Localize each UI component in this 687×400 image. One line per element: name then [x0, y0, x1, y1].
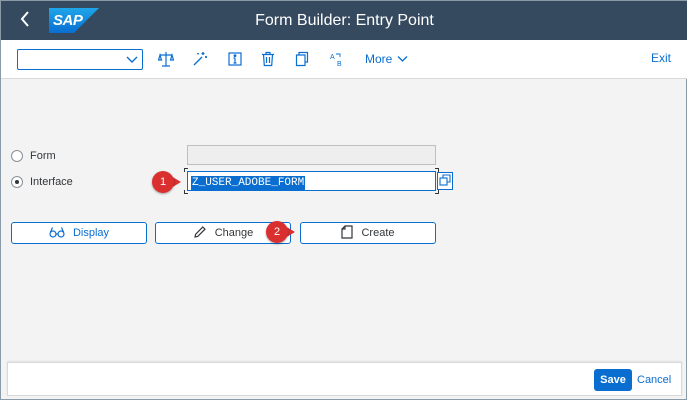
radio-form-circle[interactable] — [11, 150, 23, 162]
more-label: More — [365, 52, 393, 66]
focus-corner — [184, 168, 188, 172]
pencil-icon — [193, 225, 207, 242]
compare-icon[interactable] — [158, 51, 174, 67]
cancel-button[interactable]: Cancel — [637, 369, 671, 391]
radio-interface-label: Interface — [30, 176, 73, 188]
focus-corner — [435, 190, 439, 194]
create-label: Create — [361, 227, 395, 239]
change-label: Change — [214, 227, 254, 239]
document-icon — [341, 224, 354, 242]
radio-interface[interactable]: Interface — [11, 174, 73, 190]
toolbar: A B More Exit — [1, 40, 687, 79]
delete-icon[interactable] — [260, 51, 276, 67]
info-icon[interactable] — [227, 51, 243, 67]
magic-wand-icon[interactable] — [192, 51, 208, 67]
form-name-input[interactable] — [187, 145, 436, 165]
shell-bar: SAP Form Builder: Entry Point — [1, 1, 687, 40]
radio-form[interactable]: Form — [11, 148, 56, 164]
callout-number: 1 — [152, 171, 174, 193]
exit-button[interactable]: Exit — [651, 51, 671, 65]
value-help-button[interactable] — [437, 172, 453, 190]
interface-name-value: Z_USER_ADOBE_FORM — [191, 176, 306, 190]
more-button[interactable]: More — [365, 51, 408, 67]
svg-text:A: A — [330, 54, 335, 61]
page-title: Form Builder: Entry Point — [255, 12, 434, 29]
chevron-down-icon — [126, 53, 138, 65]
app-window: SAP Form Builder: Entry Point A B More E… — [0, 0, 687, 400]
radio-form-label: Form — [30, 150, 56, 162]
display-label: Display — [72, 227, 110, 239]
value-help-icon — [439, 173, 451, 189]
glasses-icon — [49, 226, 65, 241]
interface-name-input[interactable]: Z_USER_ADOBE_FORM — [187, 171, 436, 191]
display-button[interactable]: Display — [11, 222, 147, 244]
rename-icon[interactable]: A B — [329, 51, 345, 67]
copy-icon[interactable] — [294, 51, 310, 67]
chevron-down-icon — [397, 52, 408, 66]
footer-bar: Save Cancel — [7, 362, 682, 396]
focus-corner — [184, 190, 188, 194]
create-button[interactable]: Create — [300, 222, 436, 244]
radio-interface-circle[interactable] — [11, 176, 23, 188]
svg-text:B: B — [337, 61, 342, 67]
callout-number: 2 — [266, 221, 288, 243]
save-button[interactable]: Save — [594, 369, 632, 391]
command-field[interactable] — [17, 49, 143, 70]
